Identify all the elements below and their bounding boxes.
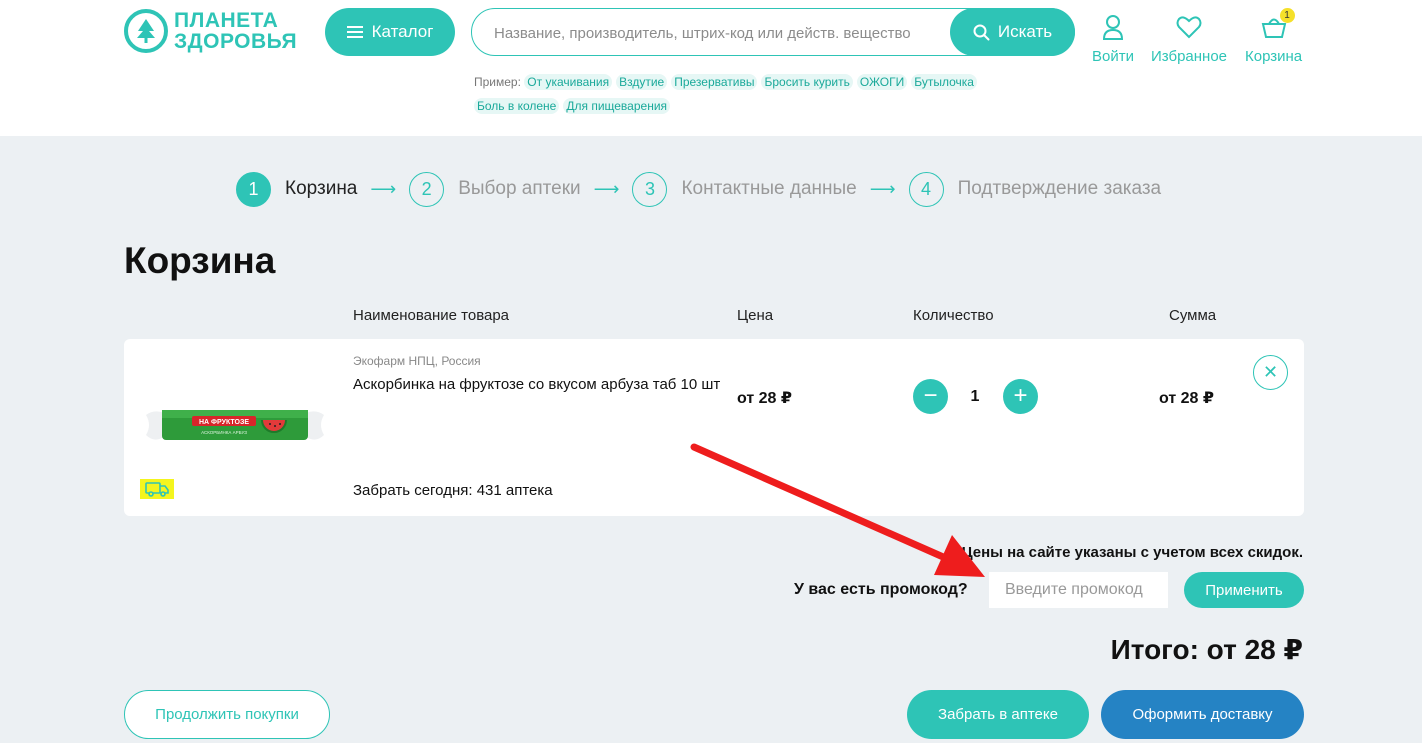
login-link[interactable]: Войти	[1092, 12, 1134, 65]
favorites-label: Избранное	[1151, 48, 1228, 65]
step-number: 1	[236, 171, 271, 207]
apply-promo-button[interactable]: Применить	[1184, 572, 1304, 608]
example-chip[interactable]: Бутылочка	[911, 74, 977, 90]
item-price: от 28 ₽	[737, 390, 793, 407]
pickup-in-pharmacy-button[interactable]: Забрать в аптеке	[907, 690, 1089, 739]
catalog-button[interactable]: Каталог	[325, 8, 455, 56]
example-chip[interactable]: Бросить курить	[761, 74, 853, 90]
login-label: Войти	[1092, 48, 1134, 65]
checkout-steps: 1 Корзина ⟶ 2 Выбор аптеки ⟶ 3 Контактны…	[236, 171, 1161, 207]
search-examples: Пример: От укачивания Вздутие Презервативы…	[474, 70, 1034, 118]
order-delivery-button[interactable]: Оформить доставку	[1101, 690, 1304, 739]
column-header-sum: Сумма	[1169, 307, 1217, 324]
logo-line-1: ПЛАНЕТА	[174, 9, 279, 32]
arrow-right-icon: ⟶	[593, 178, 620, 199]
item-sum: от 28 ₽	[1159, 390, 1215, 407]
pickup-availability[interactable]: Забрать сегодня: 431 аптека	[353, 482, 553, 499]
quantity-value: 1	[970, 388, 980, 405]
menu-icon	[346, 26, 363, 38]
column-header-price: Цена	[737, 307, 774, 324]
search-bar: Искать	[471, 8, 1075, 56]
close-icon: ✕	[1262, 362, 1279, 382]
discount-note: Цены на сайте указаны с учетом всех скид…	[961, 544, 1303, 561]
quantity-decrease-button[interactable]: −	[913, 379, 948, 414]
quantity-increase-button[interactable]: +	[1003, 379, 1038, 414]
favorites-link[interactable]: Избранное	[1151, 12, 1227, 65]
column-header-qty: Количество	[913, 307, 994, 324]
remove-item-button[interactable]: ✕	[1253, 355, 1288, 390]
step-number: 3	[632, 171, 668, 207]
example-chip[interactable]: Вздутие	[616, 74, 668, 90]
arrow-right-icon: ⟶	[370, 178, 397, 199]
arrow-right-icon: ⟶	[869, 178, 896, 199]
basket-icon: 1	[1261, 8, 1295, 42]
package-text: НА ФРУКТОЗЕ	[199, 419, 249, 426]
example-chip[interactable]: Боль в колене	[474, 98, 560, 114]
order-total: Итого: от 28 ₽	[1110, 634, 1303, 665]
logo-line-2: ЗДОРОВЬЯ	[174, 30, 298, 53]
user-icon	[1102, 12, 1124, 42]
product-name-link[interactable]: Аскорбинка на фруктозе со вкусом арбуза …	[353, 376, 720, 393]
step-number: 2	[409, 171, 445, 207]
cart-count-badge: 1	[1279, 8, 1295, 23]
step-label-pharmacy: Выбор аптеки	[458, 178, 581, 199]
column-header-name: Наименование товара	[353, 307, 510, 324]
example-chip[interactable]: Для пищеварения	[563, 98, 671, 114]
cart-label: Корзина	[1245, 48, 1303, 65]
page-title: Корзина	[124, 240, 276, 281]
delivery-truck-icon	[140, 479, 174, 499]
logo[interactable]: ПЛАНЕТА ЗДОРОВЬЯ	[124, 9, 297, 53]
examples-label: Пример:	[474, 75, 521, 89]
promo-code-input[interactable]	[989, 572, 1168, 608]
heart-icon	[1176, 12, 1202, 42]
example-chip[interactable]: Презервативы	[671, 74, 758, 90]
catalog-label: Каталог	[371, 22, 434, 41]
step-number: 4	[908, 171, 944, 207]
search-icon	[973, 24, 990, 40]
cart-item-row: НА ФРУКТОЗЕ АСКОРБИНКА АРБУЗ Экофарм НПЦ…	[124, 339, 1304, 516]
step-label-cart: Корзина	[285, 178, 358, 199]
search-input[interactable]	[494, 21, 944, 45]
promo-question: У вас есть промокод?	[794, 581, 968, 598]
search-button[interactable]: Искать	[950, 8, 1075, 56]
continue-shopping-button[interactable]: Продолжить покупки	[124, 690, 330, 739]
product-maker: Экофарм НПЦ, Россия	[353, 354, 481, 368]
example-chip[interactable]: ОЖОГИ	[856, 74, 908, 90]
search-button-label: Искать	[997, 22, 1053, 41]
tree-logo-icon	[124, 9, 168, 53]
package-subtext: АСКОРБИНКА АРБУЗ	[201, 430, 247, 435]
step-label-confirm: Подтверждение заказа	[957, 178, 1162, 199]
cart-link[interactable]: 1 Корзина	[1245, 8, 1303, 65]
product-image[interactable]: НА ФРУКТОЗЕ АСКОРБИНКА АРБУЗ	[144, 405, 326, 445]
site-header: ПЛАНЕТА ЗДОРОВЬЯ Каталог Искать Пример: …	[0, 0, 1422, 136]
step-label-contacts: Контактные данные	[681, 178, 857, 199]
example-chip[interactable]: От укачивания	[524, 74, 613, 90]
